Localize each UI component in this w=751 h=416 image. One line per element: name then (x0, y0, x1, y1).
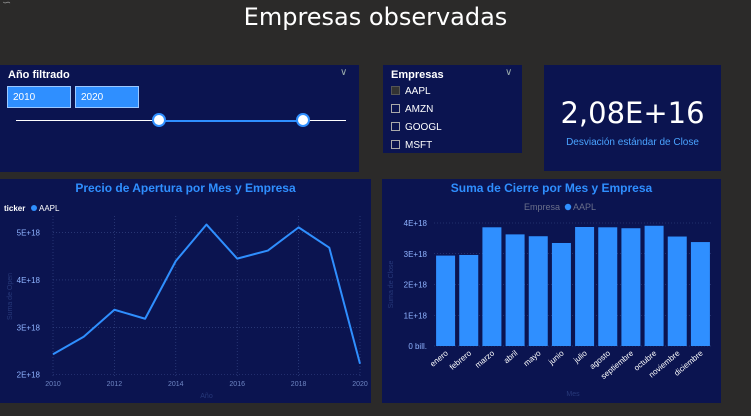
checkbox-icon[interactable] (391, 104, 400, 113)
checkbox-icon[interactable] (391, 86, 400, 95)
x-tick-label: julio (571, 348, 589, 365)
bar-octubre (644, 225, 664, 346)
chevron-down-icon[interactable]: ∨ (340, 67, 347, 78)
companies-slicer-title: Empresas (391, 69, 444, 81)
slider-start-handle[interactable] (152, 113, 166, 127)
series-line-aapl (52, 223, 361, 364)
bar-febrero (459, 254, 479, 346)
x-tick-label: 2010 (45, 381, 61, 388)
x-tick-label: 2020 (352, 381, 368, 388)
bar-junio (551, 242, 571, 346)
checkbox-icon[interactable] (391, 140, 400, 149)
company-option-label: MSFT (405, 140, 433, 151)
kpi-label: Desviación estándar de Close (566, 137, 699, 148)
y-tick-label: 0 bill. (408, 342, 427, 351)
bar-diciembre (690, 242, 710, 346)
x-tick-label: enero (428, 348, 450, 368)
x-tick-label: junio (546, 348, 566, 367)
companies-slicer: Empresas ∨ AAPL AMZN GOOGL MSFT (383, 65, 522, 153)
y-axis-title: Suma de Close (388, 260, 395, 308)
page-title: Empresas observadas (243, 3, 508, 31)
bar-mayo (528, 236, 548, 346)
company-option-msft[interactable]: MSFT (391, 140, 432, 151)
x-tick-label: 2016 (229, 381, 245, 388)
end-year-input[interactable]: 2020 (75, 86, 139, 108)
legend-label: AAPL (573, 202, 596, 212)
company-option-label: AMZN (405, 104, 434, 115)
kpi-card: 2,08E+16 Desviación estándar de Close (544, 65, 721, 171)
slider-end-handle[interactable] (296, 113, 310, 127)
bar-noviembre (667, 236, 687, 346)
y-tick-label: 2E+18 (17, 371, 41, 380)
company-option-aapl[interactable]: AAPL (391, 86, 431, 97)
y-tick-label: 4E+18 (404, 219, 428, 228)
line-chart-plot: ticker AAPL 2E+18 3E+18 4E+18 5E+18 2010 2012 20… (4, 204, 368, 400)
legend-marker (31, 205, 37, 211)
x-tick-label: abril (502, 348, 520, 365)
checkbox-icon[interactable] (391, 122, 400, 131)
bar-agosto (598, 227, 618, 346)
legend-marker (564, 203, 572, 211)
legend-label: AAPL (39, 204, 60, 213)
x-tick-label: 2018 (291, 381, 307, 388)
x-axis-title: Año (200, 393, 213, 400)
start-year-input[interactable]: 2010 (7, 86, 71, 108)
bar-chart-plot: Empresa AAPL 0 bill. 1E+18 2E+18 3E+18 4E+18 Me… (388, 202, 712, 398)
legend-title: Empresa (524, 202, 560, 212)
y-tick-label: 2E+18 (404, 281, 428, 290)
x-tick-label: 2014 (168, 381, 184, 388)
slider-selected-range (159, 120, 304, 122)
bar-abril (505, 234, 525, 346)
company-option-label: AAPL (405, 86, 431, 97)
bar-marzo (482, 227, 502, 346)
y-tick-label: 3E+18 (404, 250, 428, 259)
company-option-googl[interactable]: GOOGL (391, 122, 442, 133)
bar-enero (436, 255, 456, 346)
y-tick-label: 3E+18 (17, 323, 41, 332)
y-tick-label: 5E+18 (17, 229, 41, 238)
company-option-label: GOOGL (405, 122, 442, 133)
bar-septiembre (621, 228, 641, 346)
year-slicer: Año filtrado ∨ 2010 2020 (0, 65, 359, 172)
legend-title: ticker (4, 204, 25, 213)
x-axis-title: Mes (566, 391, 580, 398)
closing-sum-bar-chart[interactable]: Suma de Cierre por Mes y Empresa Empresa… (382, 179, 721, 403)
x-tick-label: marzo (473, 348, 496, 370)
y-tick-label: 1E+18 (404, 311, 428, 320)
bar-julio (575, 226, 595, 346)
y-tick-label: 4E+18 (17, 276, 41, 285)
y-axis-title: Suma de Open (7, 273, 14, 320)
opening-price-line-chart[interactable]: Precio de Apertura por Mes y Empresa tic… (0, 179, 371, 403)
x-tick-label: febrero (448, 348, 474, 372)
chevron-down-icon[interactable]: ∨ (505, 67, 512, 78)
year-slicer-title: Año filtrado (8, 69, 70, 81)
kpi-value: 2,08E+16 (560, 96, 705, 130)
x-tick-label: mayo (522, 348, 543, 368)
x-tick-label: 2012 (107, 381, 123, 388)
company-option-amzn[interactable]: AMZN (391, 104, 433, 115)
